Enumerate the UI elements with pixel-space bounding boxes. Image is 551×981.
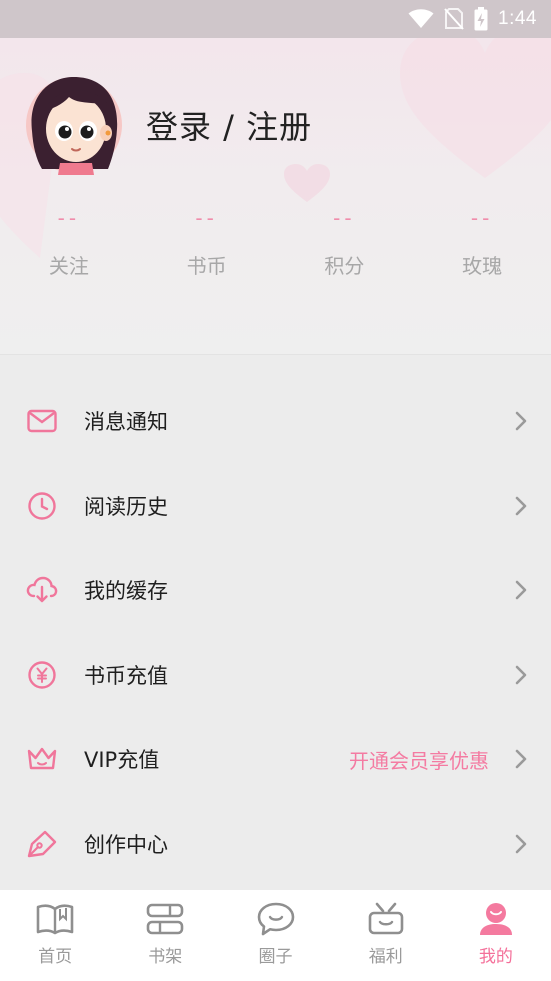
menu-item-label: 消息通知 — [84, 410, 168, 435]
pen-icon — [26, 828, 58, 860]
yen-coin-icon — [26, 659, 58, 691]
tab-community[interactable]: 圈子 — [220, 890, 330, 981]
book-icon — [35, 900, 75, 938]
login-register-link[interactable]: 登录 / 注册 — [146, 102, 312, 148]
chevron-right-icon — [515, 834, 527, 854]
cloud-download-icon — [26, 574, 58, 606]
tab-label: 首页 — [38, 947, 73, 967]
stat-label: 积分 — [324, 254, 365, 278]
profile-header: 登录 / 注册 -- 关注 -- 书币 -- 积分 -- 玫瑰 — [0, 38, 551, 355]
chevron-right-icon — [515, 665, 527, 685]
tab-mine[interactable]: 我的 — [441, 890, 551, 981]
clock-icon — [26, 490, 58, 522]
stat-label: 书币 — [186, 254, 227, 278]
menu-item-coin-recharge[interactable]: 书币充值 — [0, 633, 551, 718]
status-time: 1:44 — [498, 8, 537, 29]
menu-item-label: 创作中心 — [84, 832, 168, 857]
status-bar: 1:44 — [0, 0, 551, 38]
chevron-right-icon — [515, 580, 527, 600]
menu-item-reading-history[interactable]: 阅读历史 — [0, 464, 551, 549]
background-heart-small — [284, 164, 330, 202]
mail-icon — [26, 405, 58, 437]
stat-label: 玫瑰 — [462, 254, 503, 278]
battery-charging-icon — [474, 7, 488, 31]
avatar[interactable] — [24, 71, 124, 175]
stat-value: -- — [57, 206, 81, 230]
tab-label: 我的 — [478, 947, 513, 967]
stats-row: -- 关注 -- 书币 -- 积分 -- 玫瑰 — [0, 206, 551, 279]
chat-icon — [256, 900, 296, 938]
tab-label: 福利 — [368, 947, 403, 967]
menu-item-label: 书币充值 — [84, 663, 168, 688]
tab-bookshelf[interactable]: 书架 — [110, 890, 220, 981]
menu-item-label: 阅读历史 — [84, 494, 168, 519]
menu-item-notifications[interactable]: 消息通知 — [0, 379, 551, 464]
menu-list: 消息通知 阅读历史 我的缓存 书币充值 VIP充值 开通会员享优惠 创作中心 — [0, 379, 551, 886]
chevron-right-icon — [515, 411, 527, 431]
no-sim-icon — [444, 8, 464, 30]
bottom-tab-bar: 首页 书架 圈子 福利 我的 — [0, 890, 551, 981]
menu-item-label: 我的缓存 — [84, 579, 168, 604]
chevron-right-icon — [515, 749, 527, 769]
stat-value: -- — [333, 206, 356, 230]
menu-item-label: VIP充值 — [84, 748, 160, 773]
stat-value: -- — [470, 206, 494, 230]
menu-item-creation-center[interactable]: 创作中心 — [0, 802, 551, 887]
tab-welfare[interactable]: 福利 — [331, 890, 441, 981]
stat-coins[interactable]: -- 书币 — [138, 206, 276, 279]
crown-icon — [26, 743, 58, 775]
tab-label: 圈子 — [258, 947, 293, 967]
tab-label: 书架 — [148, 947, 183, 967]
bookshelf-icon — [145, 900, 185, 938]
menu-item-my-cache[interactable]: 我的缓存 — [0, 548, 551, 633]
stat-label: 关注 — [48, 254, 89, 278]
stat-points[interactable]: -- 积分 — [276, 206, 414, 279]
stat-value: -- — [195, 206, 218, 230]
profile-icon — [476, 900, 516, 938]
vip-promo-text: 开通会员享优惠 — [349, 748, 489, 773]
stat-following[interactable]: -- 关注 — [0, 206, 138, 279]
background-heart-decoration — [400, 38, 551, 178]
stat-roses[interactable]: -- 玫瑰 — [413, 206, 551, 279]
chevron-right-icon — [515, 496, 527, 516]
tab-home[interactable]: 首页 — [0, 890, 110, 981]
menu-item-vip-recharge[interactable]: VIP充值 开通会员享优惠 — [0, 717, 551, 802]
wifi-icon — [408, 9, 434, 28]
gift-icon — [366, 900, 406, 938]
